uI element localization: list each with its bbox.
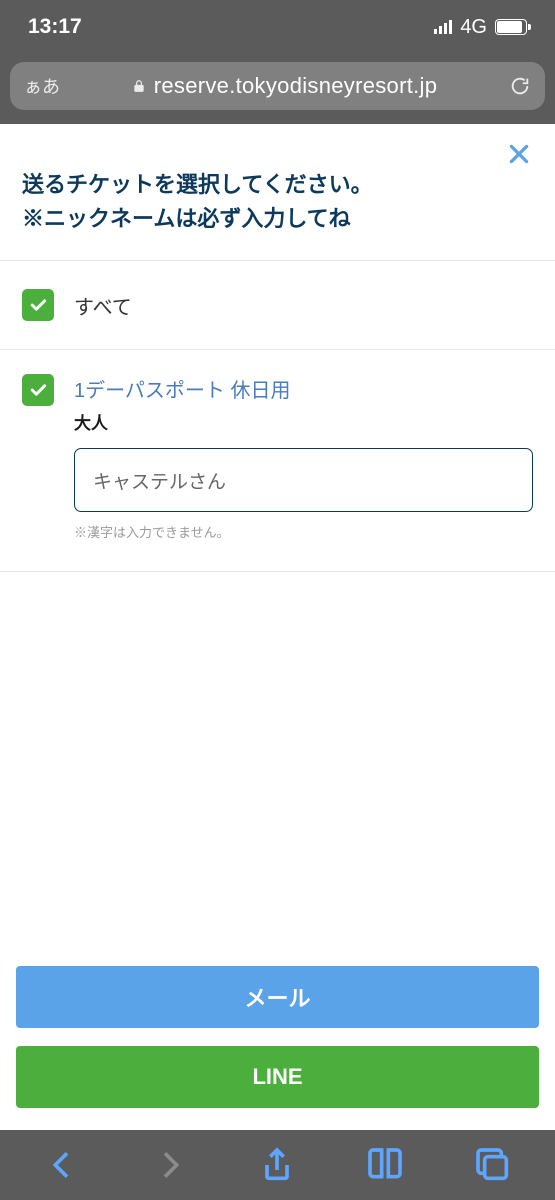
chevron-right-icon xyxy=(150,1145,190,1185)
status-time: 13:17 xyxy=(28,15,82,39)
browser-chrome-bottom xyxy=(0,1130,555,1200)
network-label: 4G xyxy=(460,16,487,39)
ticket-body: 1デーパスポート 休日用 大人 ※漢字は入力できません。 xyxy=(74,374,533,541)
select-all-label: すべて xyxy=(74,291,132,320)
close-button[interactable] xyxy=(501,136,537,172)
status-indicators: 4G xyxy=(434,16,527,39)
check-icon xyxy=(28,295,48,315)
back-button[interactable] xyxy=(42,1145,82,1185)
browser-chrome-top: ぁあ reserve.tokyodisneyresort.jp xyxy=(0,56,555,124)
signal-icon xyxy=(434,20,452,34)
chevron-left-icon xyxy=(42,1145,82,1185)
book-icon xyxy=(365,1145,405,1185)
ticket-row: 1デーパスポート 休日用 大人 ※漢字は入力できません。 xyxy=(0,350,555,571)
reader-mode-button[interactable]: ぁあ xyxy=(24,73,60,99)
send-line-button[interactable]: LINE xyxy=(16,1046,539,1108)
send-mail-button[interactable]: メール xyxy=(16,966,539,1028)
ios-status-bar: 13:17 4G xyxy=(0,0,555,56)
check-icon xyxy=(28,380,48,400)
nickname-hint: ※漢字は入力できません。 xyxy=(74,522,533,541)
bookmarks-button[interactable] xyxy=(365,1145,405,1185)
select-all-row[interactable]: すべて xyxy=(0,261,555,349)
modal-header: 送るチケットを選択してください。 ※ニックネームは必ず入力してね xyxy=(0,124,555,260)
action-buttons: メール LINE xyxy=(0,966,555,1130)
forward-button[interactable] xyxy=(150,1145,190,1185)
share-button[interactable] xyxy=(257,1145,297,1185)
ticket-title: 1デーパスポート 休日用 xyxy=(74,374,533,403)
share-icon xyxy=(257,1145,297,1185)
address-bar[interactable]: ぁあ reserve.tokyodisneyresort.jp xyxy=(10,62,545,110)
heading-line-1: 送るチケットを選択してください。 xyxy=(22,168,533,202)
url-display[interactable]: reserve.tokyodisneyresort.jp xyxy=(70,73,499,99)
heading-line-2: ※ニックネームは必ず入力してね xyxy=(22,202,533,236)
nickname-input[interactable] xyxy=(74,448,533,512)
tabs-button[interactable] xyxy=(473,1145,513,1185)
ticket-category: 大人 xyxy=(74,409,533,434)
reload-icon[interactable] xyxy=(509,75,531,97)
tabs-icon xyxy=(473,1145,513,1185)
battery-icon xyxy=(495,19,527,35)
close-icon xyxy=(506,141,532,167)
page-content: 送るチケットを選択してください。 ※ニックネームは必ず入力してね すべて 1デー… xyxy=(0,124,555,1130)
lock-icon xyxy=(132,77,146,95)
ticket-checkbox[interactable] xyxy=(22,374,54,406)
spacer xyxy=(0,572,555,966)
select-all-checkbox[interactable] xyxy=(22,289,54,321)
modal-heading: 送るチケットを選択してください。 ※ニックネームは必ず入力してね xyxy=(22,168,533,236)
url-text: reserve.tokyodisneyresort.jp xyxy=(154,73,438,99)
